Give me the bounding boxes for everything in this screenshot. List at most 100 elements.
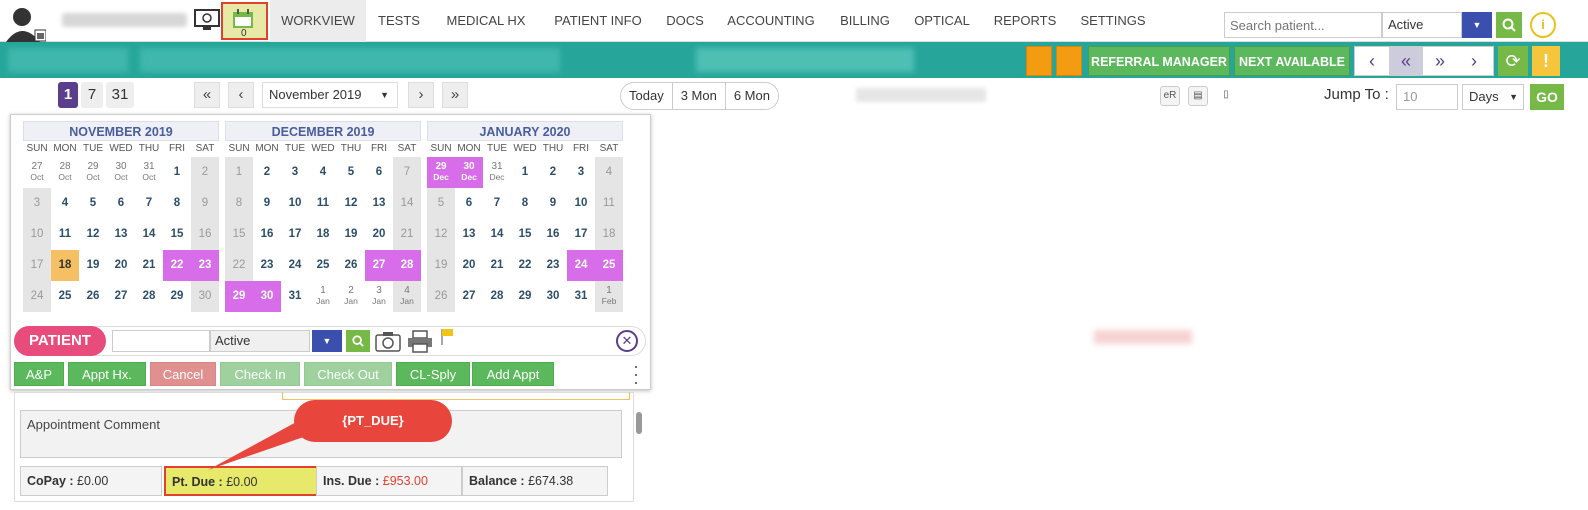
next-month-button[interactable]: › [408,82,434,108]
monitor-icon[interactable] [194,8,220,32]
prev-week-button[interactable]: « [1389,47,1423,75]
calendar-day[interactable]: 28 [393,250,421,281]
calendar-day[interactable]: 11 [595,188,623,219]
next-month-fast-button[interactable]: » [442,82,468,108]
calendar-day[interactable]: 9 [539,188,567,219]
calendar-day[interactable]: 6 [455,188,483,219]
calendar-day[interactable]: 4 [309,157,337,188]
calendar-day[interactable]: 2 [539,157,567,188]
calendar-day[interactable]: 21 [135,250,163,281]
calendar-day[interactable]: 11 [309,188,337,219]
calendar-day[interactable]: 19 [337,219,365,250]
calendar-day[interactable]: 28 [483,281,511,312]
calendar-day[interactable]: 29 [163,281,191,312]
calendar-day[interactable]: 23 [191,250,219,281]
calendar-day[interactable]: 27 [107,281,135,312]
calendar-day[interactable]: 10 [281,188,309,219]
calendar-day[interactable]: 23 [539,250,567,281]
calendar-day[interactable]: 13 [455,219,483,250]
calendar-day[interactable]: 1 Feb [595,281,623,312]
calendar-day[interactable]: 6 [365,157,393,188]
calendar-day[interactable]: 20 [107,250,135,281]
calendar-day[interactable]: 4 Jan [393,281,421,312]
calendar-day[interactable]: 20 [365,219,393,250]
calendar-day[interactable]: 4 [51,188,79,219]
calendar-day[interactable]: 29 [511,281,539,312]
calendar-day[interactable]: 29 [225,281,253,312]
alert-icon[interactable]: ! [1532,46,1560,76]
calendar-day[interactable]: 1 Jan [309,281,337,312]
calendar-day[interactable]: 1 [511,157,539,188]
jump-to-input[interactable]: 10 [1396,84,1458,110]
calendar-day[interactable]: 12 [79,219,107,250]
calendar-day[interactable]: 22 [163,250,191,281]
prev-month-button[interactable]: ‹ [228,82,254,108]
calendar-day[interactable]: 12 [337,188,365,219]
calendar-day[interactable]: 10 [567,188,595,219]
add-appt-button[interactable]: Add Appt [472,362,554,386]
calendar-day[interactable]: 2 [253,157,281,188]
calendar-day[interactable]: 18 [595,219,623,250]
calendar-day[interactable]: 8 [225,188,253,219]
calendar-day[interactable]: 28 [135,281,163,312]
cancel-button[interactable]: Cancel [150,362,216,386]
calendar-day[interactable]: 3 [23,188,51,219]
calendar-day[interactable]: 30 [191,281,219,312]
calendar-day[interactable]: 14 [135,219,163,250]
document-icon[interactable]: ▯ [1216,86,1236,106]
calendar-day[interactable]: 16 [191,219,219,250]
close-icon[interactable]: ✕ [616,330,638,352]
status-dropdown-button[interactable]: ▼ [1462,12,1492,38]
org-chart-icon[interactable] [1026,46,1052,76]
tab-reports[interactable]: REPORTS [982,0,1068,42]
calendar-day[interactable]: 9 [191,188,219,219]
patient-name-input[interactable] [112,330,210,352]
calendar-day[interactable]: 1 [163,157,191,188]
calendar-day[interactable]: 18 [51,250,79,281]
calendar-day[interactable]: 14 [393,188,421,219]
calendar-day[interactable]: 13 [365,188,393,219]
tab-medical-hx[interactable]: MEDICAL HX [432,0,540,42]
calendar-day[interactable]: 5 [79,188,107,219]
refresh-icon[interactable]: ⟳ [1498,46,1528,76]
month-select[interactable]: November 2019 ▼ [262,82,398,108]
calendar-day[interactable]: 15 [511,219,539,250]
calendar-day[interactable]: 13 [107,219,135,250]
go-button[interactable]: GO [1530,84,1564,110]
calendar-day[interactable]: 30 [539,281,567,312]
tab-billing[interactable]: BILLING [828,0,902,42]
ap-button[interactable]: A&P [14,362,64,386]
view-month-button[interactable]: 31 [106,82,134,108]
schedule-list-icon[interactable] [1056,46,1082,76]
patient-status-dropdown[interactable]: ▼ [312,330,342,352]
calendar-day[interactable]: 31 [281,281,309,312]
calendar-day[interactable]: 1 [225,157,253,188]
three-month-button[interactable]: 3 Mon [673,83,726,109]
calendar-day[interactable]: 4 [595,157,623,188]
calendar-day[interactable]: 8 [163,188,191,219]
flag-icon[interactable] [440,328,456,346]
search-button[interactable] [1496,12,1522,38]
user-avatar-icon[interactable] [6,6,47,42]
calendar-day[interactable]: 17 [567,219,595,250]
calendar-day[interactable]: 24 [281,250,309,281]
provider-field[interactable] [8,48,128,72]
calendar-day[interactable]: 31 Dec [483,157,511,188]
calendar-day[interactable]: 3 [281,157,309,188]
scrollbar[interactable] [636,412,642,434]
location-field[interactable] [696,48,914,72]
calendar-day[interactable]: 24 [23,281,51,312]
calendar-day[interactable]: 26 [337,250,365,281]
calendar-day[interactable]: 26 [427,281,455,312]
tab-optical[interactable]: OPTICAL [902,0,982,42]
calendar-day[interactable]: 26 [79,281,107,312]
calendar-day[interactable]: 15 [163,219,191,250]
calendar-day[interactable]: 30 Oct [107,157,135,188]
next-week-button[interactable]: » [1423,47,1457,75]
calendar-day[interactable]: 20 [455,250,483,281]
calendar-day[interactable]: 27 Oct [23,157,51,188]
calendar-day[interactable]: 22 [225,250,253,281]
calendar-day[interactable]: 12 [427,219,455,250]
search-patient-input[interactable] [1224,12,1382,38]
calendar-day[interactable]: 9 [253,188,281,219]
